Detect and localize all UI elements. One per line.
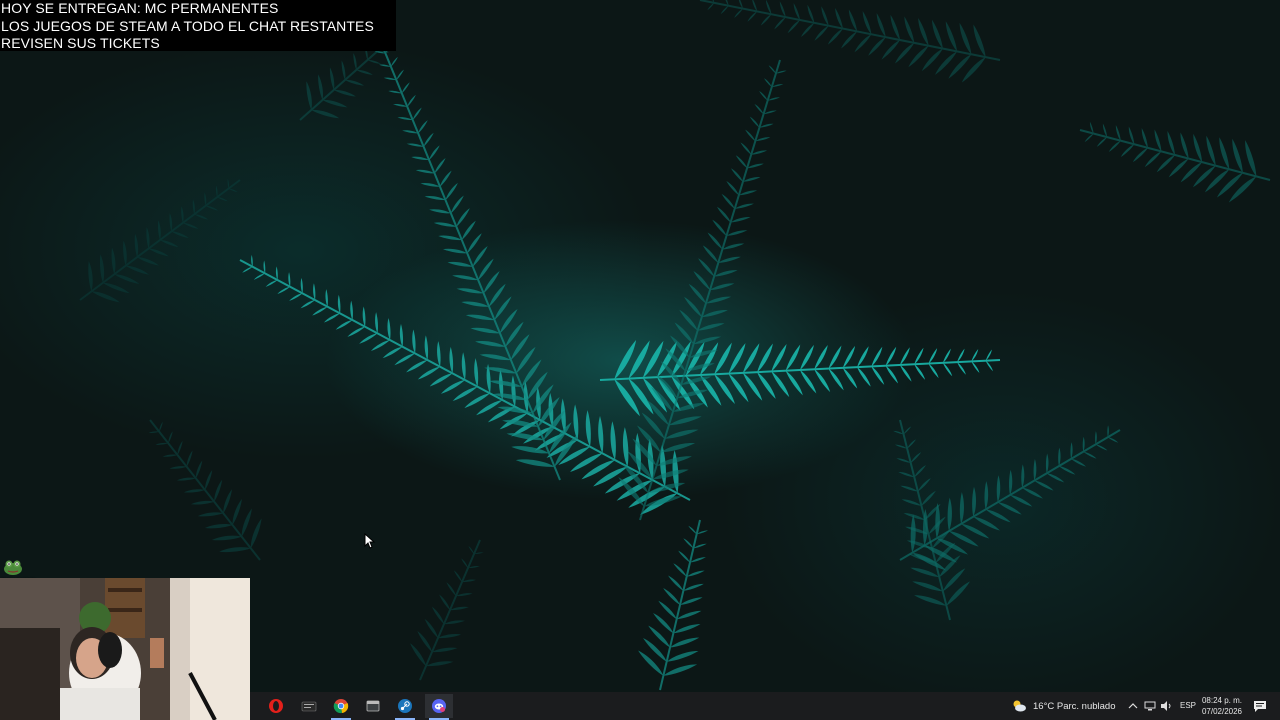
desktop[interactable]: HOY SE ENTREGAN: MC PERMANENTES LOS JUEG… [0, 0, 1280, 720]
announcement-line-2: LOS JUEGOS DE STEAM A TODO EL CHAT RESTA… [1, 17, 374, 34]
language-indicator[interactable]: ESP [1180, 701, 1196, 710]
fern-fronds [79, 0, 1271, 691]
fern-frond [699, 0, 1001, 83]
opera-icon[interactable] [262, 694, 290, 718]
mouse-cursor-icon [364, 533, 376, 549]
frog-emote-icon [4, 560, 22, 575]
announcement-line-3: REVISEN SUS TICKETS [1, 35, 160, 51]
fern-frond [410, 539, 484, 681]
volume-icon[interactable] [1160, 700, 1172, 712]
clock-time: 08:24 p. m. [1201, 696, 1243, 705]
taskbar: 16°C Parc. nublado ESP 08:24 p. m. 07/02… [250, 692, 1280, 720]
app-window-icon[interactable] [359, 694, 387, 718]
fern-frond [79, 178, 241, 303]
fern-frond [638, 519, 708, 691]
webcam-feed [0, 578, 250, 720]
chevron-up-icon[interactable] [1128, 701, 1138, 711]
network-icon[interactable] [1144, 700, 1156, 712]
fern-frond [893, 419, 971, 621]
announcement-line-1: HOY SE ENTREGAN: MC PERMANENTES [1, 0, 279, 16]
weather-cloud-icon[interactable] [1011, 698, 1027, 714]
fern-frond [618, 59, 787, 521]
fern-frond [148, 419, 262, 561]
app-icon[interactable] [295, 694, 323, 718]
stream-announcement-banner: HOY SE ENTREGAN: MC PERMANENTES LOS JUEG… [0, 0, 396, 51]
notification-icon[interactable] [1253, 699, 1267, 713]
system-clock[interactable]: 08:24 p. m. 07/02/2026 [1200, 695, 1244, 717]
steam-icon[interactable] [391, 694, 419, 720]
chrome-icon[interactable] [327, 694, 355, 720]
weather-status[interactable]: 16°C Parc. nublado [1033, 701, 1116, 712]
fern-frond [1079, 121, 1271, 203]
clock-date: 07/02/2026 [1201, 707, 1243, 716]
discord-icon[interactable] [425, 694, 453, 720]
